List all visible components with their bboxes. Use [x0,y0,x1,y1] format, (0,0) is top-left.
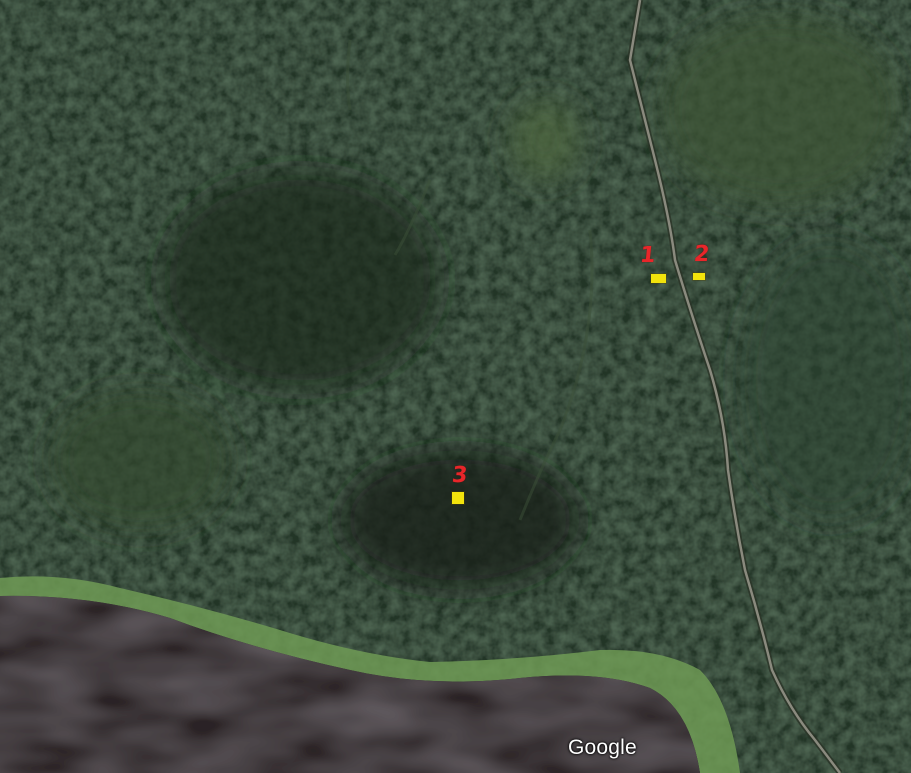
marker-3-icon[interactable] [452,492,464,504]
satellite-imagery [0,0,911,773]
marker-3-label: 3 [450,463,469,488]
marker-2-icon[interactable] [693,273,705,280]
marker-1-label: 1 [638,243,657,268]
satellite-map[interactable]: 1 2 3 Google [0,0,911,773]
marker-2-label: 2 [692,242,711,267]
marker-1-icon[interactable] [651,274,666,283]
map-attribution: Google [568,736,637,759]
